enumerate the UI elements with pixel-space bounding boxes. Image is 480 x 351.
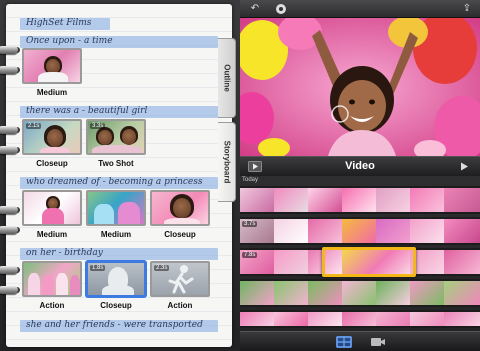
clip-thumbnail[interactable] <box>342 217 376 245</box>
clip-thumbnail[interactable] <box>410 279 444 307</box>
shot-thumbnail[interactable] <box>22 48 82 84</box>
binder-ring <box>0 266 18 274</box>
clip-selection-frame[interactable] <box>322 247 416 277</box>
binder-ring <box>0 146 18 154</box>
clip-thumbnail[interactable] <box>240 186 274 214</box>
clip-thumbnail[interactable] <box>342 186 376 214</box>
shot-thumbnail[interactable] <box>86 190 146 226</box>
section-title[interactable]: on her - birthday <box>26 248 103 258</box>
browser-section-label: Today <box>242 177 259 183</box>
binder-ring <box>0 226 18 234</box>
clip-thumbnail[interactable] <box>274 217 308 245</box>
shot-thumbnail[interactable]: 3.3s <box>86 119 146 155</box>
shot-label: Closeup <box>100 301 132 310</box>
shot-thumbnail[interactable] <box>22 261 82 297</box>
clip-thumbnail[interactable] <box>444 279 480 307</box>
shot-label: Medium <box>36 230 68 239</box>
clip-thumbnail[interactable] <box>274 310 308 328</box>
clip-thumbnail[interactable] <box>410 217 444 245</box>
clip-thumbnail[interactable] <box>274 186 308 214</box>
clip-thumbnail[interactable] <box>444 310 480 328</box>
top-toolbar: ↶ ⇪ <box>240 0 480 18</box>
camera-icon[interactable] <box>370 336 386 348</box>
clip-thumbnail[interactable] <box>308 186 342 214</box>
section-title[interactable]: Once upon - a time <box>26 36 113 46</box>
binder-ring <box>0 286 18 294</box>
project-title[interactable]: HighSet Films <box>26 18 91 28</box>
section-title[interactable]: she and her friends - were transported <box>26 320 203 330</box>
clip-thumbnail[interactable] <box>342 279 376 307</box>
clip-thumbnail[interactable] <box>410 186 444 214</box>
clip-thumbnail[interactable] <box>308 217 342 245</box>
shot-label: Medium <box>100 230 132 239</box>
clip-thumbnail[interactable] <box>376 279 410 307</box>
binder-ring <box>0 206 18 214</box>
clip-duration: 3.3s <box>90 123 106 129</box>
shot-thumbnail[interactable]: 2.1s <box>22 119 82 155</box>
clip-thumbnail[interactable] <box>240 310 274 328</box>
next-icon[interactable] <box>458 161 472 172</box>
share-icon[interactable]: ⇪ <box>460 3 474 15</box>
clip-thumbnail[interactable] <box>342 310 376 328</box>
shot-thumbnail[interactable] <box>22 190 82 226</box>
video-viewer[interactable] <box>240 18 480 156</box>
binder-ring <box>0 46 18 54</box>
shot-thumbnail[interactable] <box>150 190 210 226</box>
clip-duration: 3.7s <box>242 221 258 227</box>
clip-thumbnail[interactable]: 3.7s <box>240 217 274 245</box>
section-title[interactable]: who dreamed of - becoming a princess <box>26 177 202 187</box>
tab-storyboard[interactable]: Storyboard <box>218 122 236 202</box>
shot-placeholder-selected[interactable]: 1.8s <box>86 261 146 297</box>
clip-duration: 2.1s <box>26 123 42 129</box>
binder-ring <box>0 126 18 134</box>
clip-thumbnail[interactable]: 7.8s <box>240 248 274 276</box>
shot-label: Closeup <box>164 230 196 239</box>
clip-duration: 1.8s <box>90 265 106 271</box>
clip-thumbnail[interactable] <box>376 310 410 328</box>
tab-outline[interactable]: Outline <box>218 38 236 118</box>
clip-thumbnail[interactable] <box>274 279 308 307</box>
shot-placeholder[interactable]: 2.3s <box>150 261 210 297</box>
section-title[interactable]: there was a - beautiful girl <box>26 106 147 116</box>
clip-thumbnail[interactable] <box>376 217 410 245</box>
clip-thumbnail[interactable] <box>444 248 480 276</box>
shot-label: Two Shot <box>98 159 134 168</box>
clip-thumbnail[interactable] <box>240 279 274 307</box>
clip-thumbnail[interactable] <box>308 310 342 328</box>
shot-label: Action <box>167 301 193 310</box>
shot-label: Medium <box>36 88 68 97</box>
panel-title: Video <box>345 160 375 172</box>
undo-icon[interactable]: ↶ <box>248 3 262 15</box>
clip-thumbnail[interactable] <box>444 186 480 214</box>
clip-thumbnail[interactable] <box>376 186 410 214</box>
app-root: HighSet Films Once upon - a time Medium … <box>0 0 480 351</box>
clip-duration: 7.8s <box>242 252 258 258</box>
clip-thumbnail[interactable] <box>308 279 342 307</box>
shot-label: Closeup <box>36 159 68 168</box>
clip-thumbnail[interactable] <box>410 310 444 328</box>
clip-thumbnail[interactable] <box>274 248 308 276</box>
binder-ring <box>0 66 18 74</box>
film-grid-icon[interactable] <box>336 336 352 348</box>
clip-duration: 2.3s <box>154 265 170 271</box>
settings-icon[interactable] <box>276 4 286 14</box>
preview-frame <box>240 18 480 156</box>
tab-label: Storyboard <box>222 140 231 184</box>
viewer-controls: Video <box>240 156 480 176</box>
clip-thumbnail[interactable] <box>444 217 480 245</box>
storyboard-notebook: HighSet Films Once upon - a time Medium … <box>0 4 232 347</box>
bottom-toolbar <box>240 331 480 351</box>
tab-label: Outline <box>222 64 231 92</box>
shot-label: Action <box>39 301 65 310</box>
